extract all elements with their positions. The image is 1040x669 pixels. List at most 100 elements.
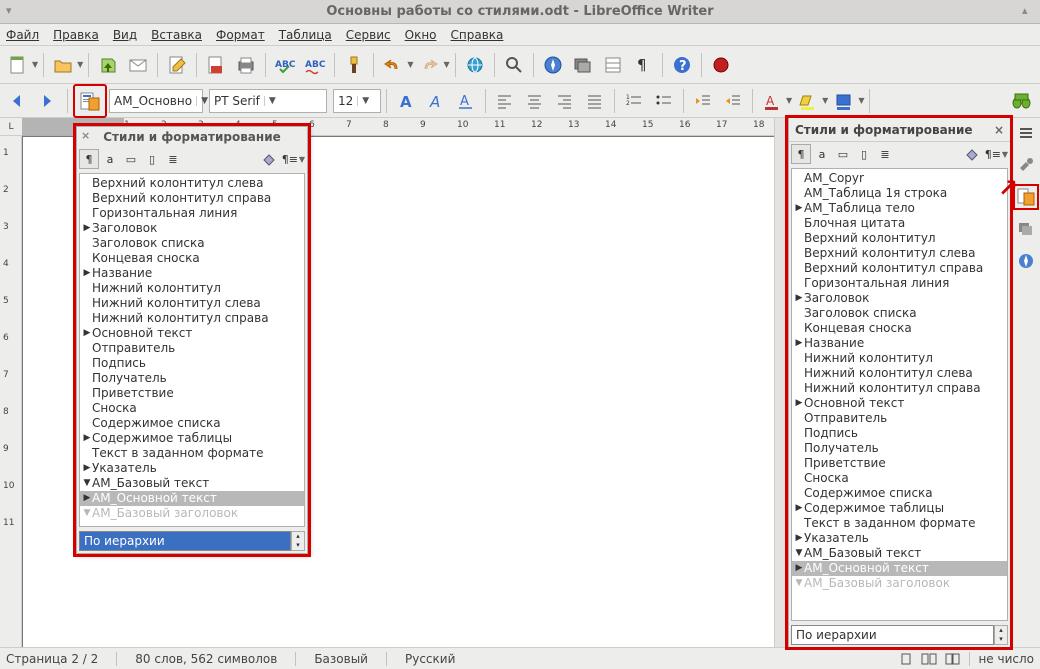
font-color-dropdown[interactable]: ▼ [786,96,792,105]
style-item[interactable]: AM_Таблица 1я строка [792,186,1007,201]
style-item[interactable]: ▼AM_Базовый текст [792,546,1007,561]
style-item[interactable]: Отправитель [792,411,1007,426]
redo-button[interactable] [415,51,443,79]
style-item[interactable]: Заголовок списка [792,306,1007,321]
status-words[interactable]: 80 слов, 562 символов [135,652,277,666]
new-style-dropdown[interactable]: ▼ [299,155,305,164]
style-item[interactable]: ▶Основной текст [792,396,1007,411]
style-item[interactable]: Текст в заданном формате [80,446,304,461]
style-item[interactable]: Нижний колонтитул справа [792,381,1007,396]
style-item[interactable]: ▶Основной текст [80,326,304,341]
style-item[interactable]: Приветствие [80,386,304,401]
style-item[interactable]: Приветствие [792,456,1007,471]
menu-edit[interactable]: Правка [53,28,99,42]
minimize-icon[interactable]: ▾ [6,4,18,16]
nav-prev-button[interactable] [4,87,32,115]
bgcolor-button[interactable] [830,87,858,115]
expand-icon[interactable]: ▶ [794,561,804,576]
new-style-dropdown[interactable]: ▼ [1002,150,1008,159]
spellcheck-button[interactable]: ABC [271,51,299,79]
sidebar-properties-icon[interactable] [1015,154,1037,176]
style-item[interactable]: ▼AM_Базовый текст [80,476,304,491]
style-item[interactable]: Нижний колонтитул слева [792,366,1007,381]
menu-table[interactable]: Таблица [279,28,332,42]
expand-icon[interactable]: ▶ [794,336,804,351]
new-doc-dropdown[interactable]: ▼ [32,60,38,69]
sidebar-navigator-icon[interactable] [1015,250,1037,272]
fill-format-icon[interactable] [259,149,279,169]
indent-more-button[interactable] [719,87,747,115]
filter-combo[interactable]: По иерархии [791,625,994,645]
style-item[interactable]: Блочная цитата [792,216,1007,231]
open-button[interactable] [49,51,77,79]
page-styles-icon[interactable]: ▯ [854,144,874,164]
list-styles-icon[interactable]: ≣ [875,144,895,164]
filter-combo[interactable]: По иерархии [79,531,291,551]
style-item[interactable]: Концевая сноска [792,321,1007,336]
style-item[interactable]: Содержимое списка [792,486,1007,501]
style-item[interactable]: ▶Содержимое таблицы [80,431,304,446]
font-combo[interactable]: PT Serif▼ [209,89,327,113]
style-item[interactable]: Сноска [792,471,1007,486]
expand-icon[interactable]: ▶ [82,266,92,281]
style-item[interactable]: ▶Заголовок [792,291,1007,306]
bgcolor-dropdown[interactable]: ▼ [858,96,864,105]
expand-icon[interactable]: ▶ [82,326,92,341]
style-item[interactable]: ▶Указатель [792,531,1007,546]
menu-insert[interactable]: Вставка [151,28,202,42]
number-list-button[interactable]: 12 [620,87,648,115]
style-item[interactable]: Отправитель [80,341,304,356]
style-item[interactable]: Сноска [80,401,304,416]
maximize-icon[interactable]: ▴ [1022,4,1034,16]
expand-icon[interactable]: ▶ [794,501,804,516]
style-item[interactable]: Нижний колонтитул слева [80,296,304,311]
paragraph-styles-icon[interactable]: ¶ [791,144,811,164]
style-item[interactable]: ▶Название [792,336,1007,351]
paragraph-styles-icon[interactable]: ¶ [79,149,99,169]
sidebar-gallery-icon[interactable] [1015,218,1037,240]
redo-dropdown[interactable]: ▼ [443,60,449,69]
expand-icon[interactable]: ▼ [82,476,92,491]
align-right-button[interactable] [551,87,579,115]
style-item[interactable]: Нижний колонтитул [80,281,304,296]
style-item[interactable]: ▶Заголовок [80,221,304,236]
menu-view[interactable]: Вид [113,28,137,42]
style-item[interactable]: Текст в заданном формате [792,516,1007,531]
frame-styles-icon[interactable]: ▭ [833,144,853,164]
style-item[interactable]: ▶Содержимое таблицы [792,501,1007,516]
styles-button[interactable] [76,87,104,115]
highlight-button[interactable] [794,87,822,115]
style-item[interactable]: Нижний колонтитул справа [80,311,304,326]
nav-next-button[interactable] [34,87,62,115]
find-button[interactable] [500,51,528,79]
undo-button[interactable] [379,51,407,79]
style-item[interactable]: ▶AM_Основной текст [792,561,1007,576]
new-doc-button[interactable] [4,51,32,79]
indent-less-button[interactable] [689,87,717,115]
styles-tree[interactable]: Верхний колонтитул слеваВерхний колонтит… [79,173,305,527]
datasource-button[interactable] [599,51,627,79]
style-item[interactable]: ▶Название [80,266,304,281]
close-icon[interactable]: × [81,129,90,142]
view-single-icon[interactable] [899,652,913,666]
style-item[interactable]: Верхний колонтитул справа [80,191,304,206]
style-item[interactable]: Получатель [80,371,304,386]
expand-icon[interactable]: ▶ [794,396,804,411]
menu-file[interactable]: Файл [6,28,39,42]
style-item[interactable]: ▶Указатель [80,461,304,476]
help-button[interactable]: ? [668,51,696,79]
menu-window[interactable]: Окно [405,28,437,42]
style-item[interactable]: Содержимое списка [80,416,304,431]
new-style-icon[interactable]: ¶≡ [280,149,300,169]
filter-spinner[interactable]: ▴▾ [291,531,305,551]
vertical-scrollbar[interactable] [774,118,788,647]
frame-styles-icon[interactable]: ▭ [121,149,141,169]
style-item[interactable]: Верхний колонтитул справа [792,261,1007,276]
expand-icon[interactable]: ▼ [794,576,804,591]
export-pdf-button[interactable] [202,51,230,79]
style-item[interactable]: ▼AM_Базовый заголовок [80,506,304,521]
align-center-button[interactable] [521,87,549,115]
email-button[interactable] [124,51,152,79]
page-styles-icon[interactable]: ▯ [142,149,162,169]
status-page[interactable]: Страница 2 / 2 [6,652,98,666]
